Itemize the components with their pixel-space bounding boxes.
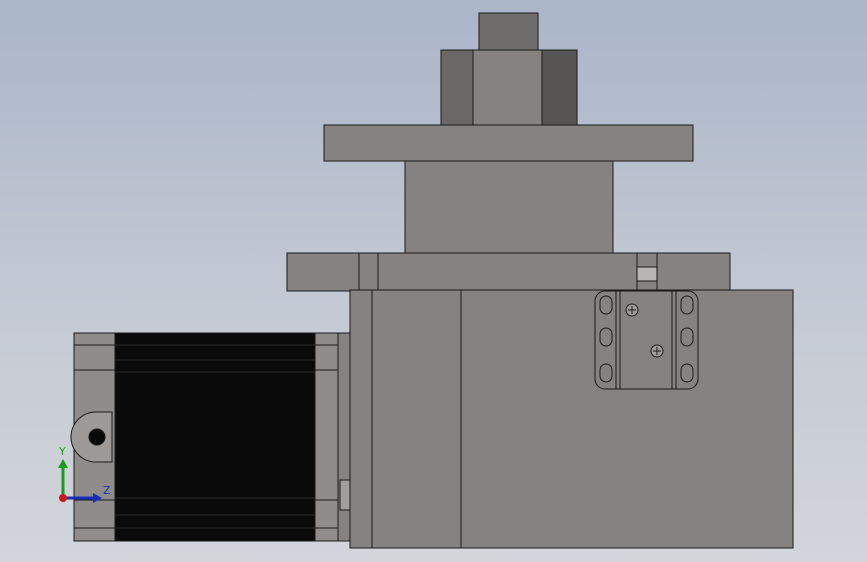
bracket-screw <box>625 303 639 317</box>
y-axis-label: Y <box>58 445 66 458</box>
x-axis-origin <box>59 494 67 502</box>
z-axis-label: Z <box>103 484 111 497</box>
middle-flange <box>286 252 731 292</box>
gearbox-neck <box>404 160 614 254</box>
y-axis-arrowhead <box>58 459 68 468</box>
top-flange <box>323 124 694 162</box>
stepper-motor-body <box>114 332 316 542</box>
cad-viewport[interactable]: Y Z <box>0 0 867 562</box>
motor-front-cap <box>311 332 339 542</box>
output-shaft <box>478 12 539 52</box>
gearbox-housing <box>349 289 794 549</box>
bracket-screw <box>650 344 664 358</box>
hex-nut <box>440 49 578 126</box>
cad-model-view[interactable]: Y Z <box>0 0 867 562</box>
mounting-bracket <box>594 290 699 390</box>
